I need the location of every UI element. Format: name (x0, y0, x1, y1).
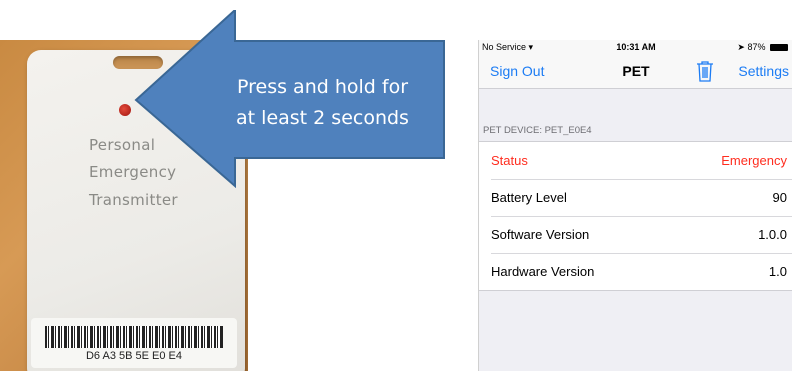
button-led (119, 104, 131, 116)
table-row-software[interactable]: Software Version 1.0.0 (479, 216, 792, 253)
section-header: PET DEVICE: PET_E0E4 (483, 125, 592, 136)
battery-percent: 87% (747, 42, 766, 52)
trash-icon[interactable] (695, 60, 715, 82)
callout-text: Press and hold for at least 2 seconds (210, 72, 435, 134)
nav-bar: Sign Out PET Settings (479, 54, 792, 89)
row-label: Software Version (491, 227, 590, 242)
card-text-line-3: Transmitter (89, 191, 178, 209)
status-right: ➤ 87% (737, 42, 788, 53)
row-label: Hardware Version (491, 264, 595, 279)
row-value: 1.0 (768, 264, 787, 279)
table-row-status[interactable]: Status Emergency (479, 142, 792, 179)
battery-icon (770, 44, 788, 52)
location-arrow-icon: ➤ (737, 42, 745, 52)
status-bar: No Service ▾ 10:31 AM ➤ 87% (479, 40, 792, 54)
phone-screen: No Service ▾ 10:31 AM ➤ 87% Sign Out PET… (478, 40, 792, 371)
row-value: 1.0.0 (758, 227, 787, 242)
barcode-label: D6 A3 5B 5E E0 E4 (31, 318, 237, 368)
row-value: 90 (772, 190, 787, 205)
row-value: Emergency (721, 153, 787, 168)
settings-button[interactable]: Settings (738, 63, 789, 79)
barcode-text: D6 A3 5B 5E E0 E4 (85, 350, 182, 362)
table-row-battery[interactable]: Battery Level 90 (479, 179, 792, 216)
row-label: Battery Level (491, 190, 567, 205)
device-info-table: Status Emergency Battery Level 90 Softwa… (479, 141, 792, 291)
barcode (45, 326, 223, 348)
callout-line-1: Press and hold for (237, 76, 408, 98)
row-label: Status (491, 153, 528, 168)
table-row-hardware[interactable]: Hardware Version 1.0 (479, 253, 792, 290)
callout-line-2: at least 2 seconds (236, 107, 409, 129)
